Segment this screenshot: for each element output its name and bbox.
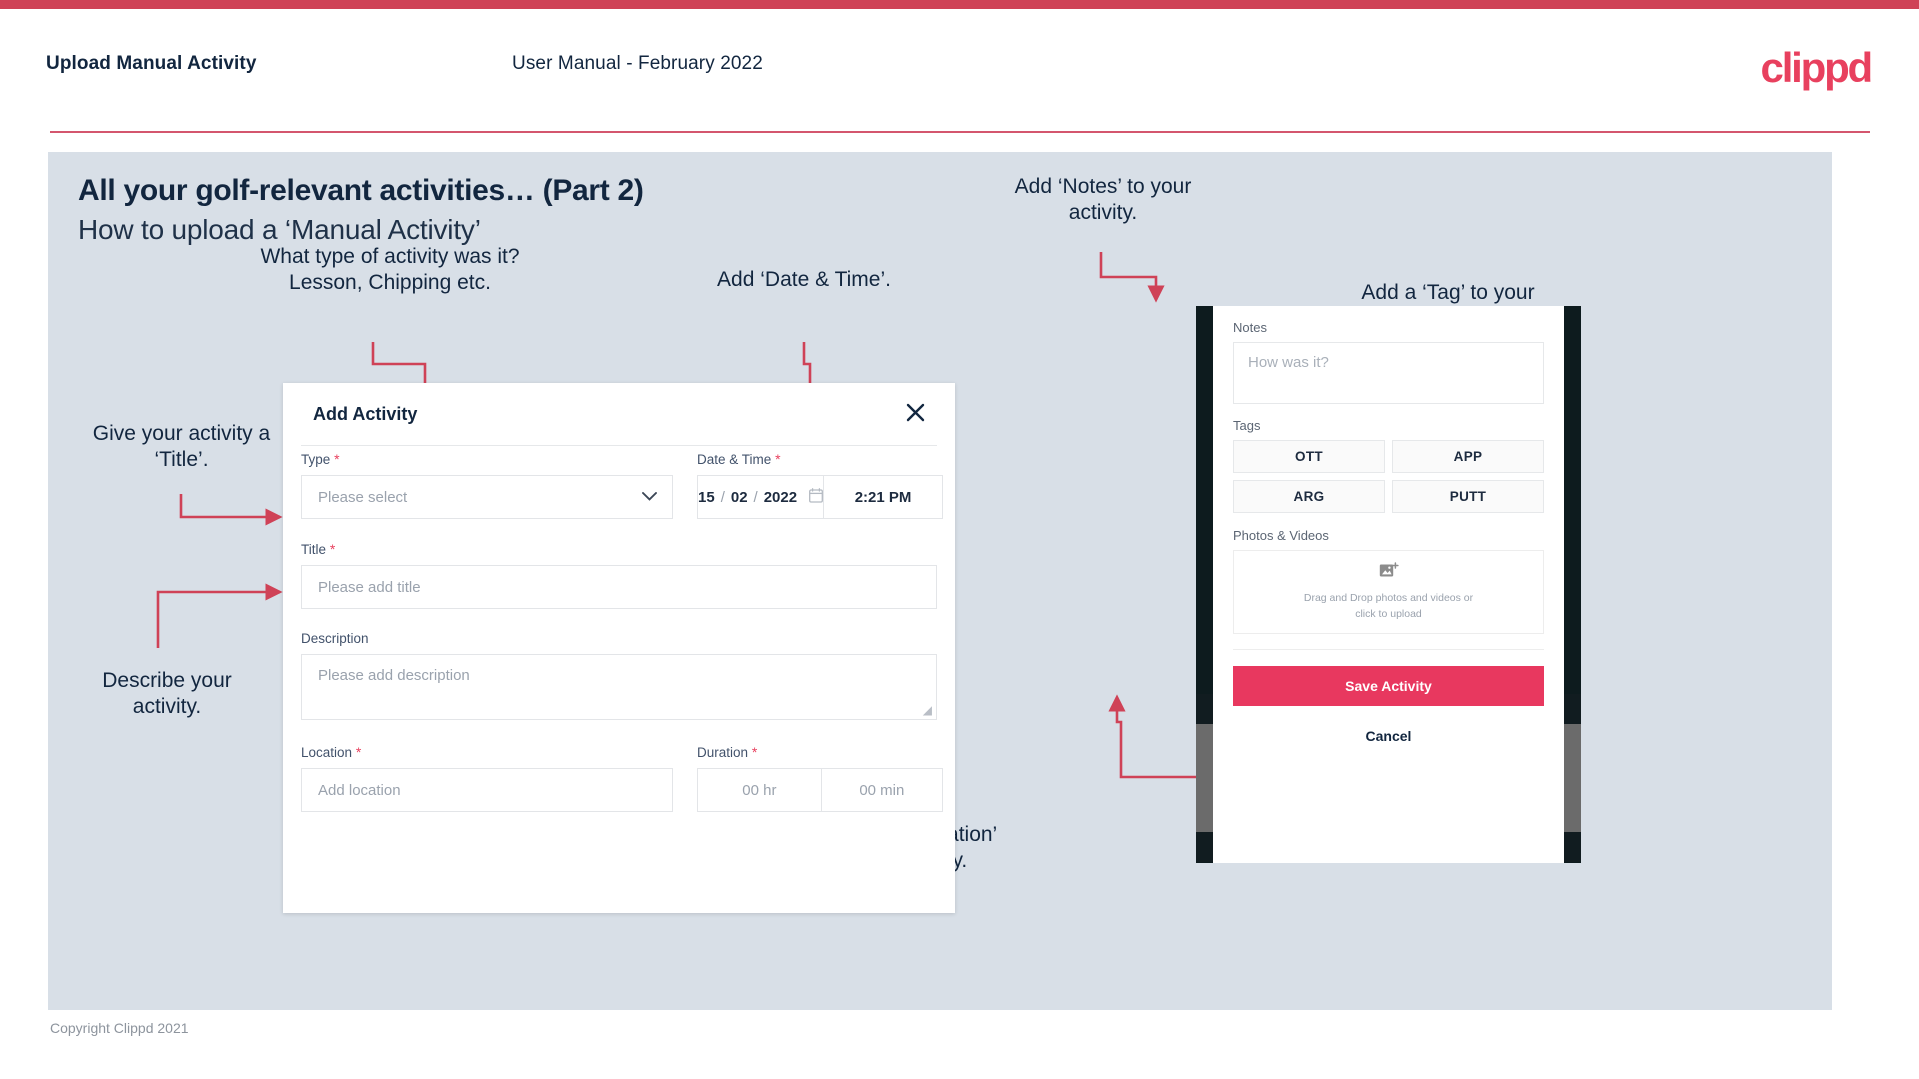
duration-hours-input[interactable]: 00 hr <box>697 768 822 812</box>
phone-button-left-top <box>1196 694 1213 724</box>
photos-videos-label: Photos & Videos <box>1233 528 1329 543</box>
add-image-icon <box>1379 562 1399 584</box>
field-description: Description Please add description ◢ <box>283 609 955 720</box>
close-icon[interactable] <box>900 397 930 427</box>
duration-minutes-input[interactable]: 00 min <box>820 768 943 812</box>
tags-grid: OTT APP ARG PUTT <box>1233 440 1544 513</box>
copyright-text: Copyright Clippd 2021 <box>50 1020 189 1036</box>
required-marker: * <box>748 744 758 760</box>
dialog-header: Add Activity <box>283 383 955 446</box>
notes-label: Notes <box>1233 320 1267 335</box>
header-divider <box>50 131 1870 133</box>
phone-volume-left <box>1196 724 1213 832</box>
notes-input[interactable]: How was it? <box>1233 342 1544 404</box>
required-marker: * <box>326 541 336 557</box>
description-placeholder: Please add description <box>318 667 470 684</box>
dialog-body: Type * Please select Date & Time * 15 / … <box>283 451 955 812</box>
date-sep-2: / <box>753 488 758 506</box>
location-input[interactable]: Add location <box>301 768 673 812</box>
slide-heading: All your golf-relevant activities… (Part… <box>78 174 644 207</box>
title-input[interactable]: Please add title <box>301 565 937 609</box>
required-marker: * <box>352 744 362 760</box>
datetime-label: Date & Time * <box>697 451 781 467</box>
field-type: Type * Please select <box>301 451 673 519</box>
time-input[interactable]: 2:21 PM <box>823 475 943 519</box>
phone-volume-right <box>1564 724 1581 832</box>
page-title: Upload Manual Activity <box>46 53 257 74</box>
duration-controls: 00 hr 00 min <box>697 768 943 812</box>
tags-label: Tags <box>1233 418 1261 433</box>
location-label: Location * <box>301 744 362 760</box>
slide-canvas: All your golf-relevant activities… (Part… <box>48 152 1832 1010</box>
datetime-controls: 15 / 02 / 2022 2:21 PM <box>697 475 943 519</box>
date-input[interactable]: 15 / 02 / 2022 <box>697 475 825 519</box>
annotation-datetime: Add ‘Date & Time’. <box>717 268 891 291</box>
type-select-wrap: Please select <box>301 475 673 519</box>
tag-arg[interactable]: ARG <box>1233 480 1385 513</box>
add-activity-dialog: Add Activity Type * Please select Date &… <box>283 383 955 913</box>
annotation-type: What type of activity was it? Lesson, Ch… <box>260 245 520 295</box>
tag-putt[interactable]: PUTT <box>1392 480 1544 513</box>
resize-handle-icon[interactable]: ◢ <box>923 703 932 717</box>
calendar-icon[interactable] <box>809 487 824 507</box>
dialog-title: Add Activity <box>313 404 418 424</box>
cancel-button[interactable]: Cancel <box>1233 722 1544 750</box>
required-marker: * <box>330 451 340 467</box>
field-title: Title * Please add title <box>283 519 955 609</box>
field-duration: Duration * 00 hr 00 min <box>697 744 943 812</box>
phone-button-right-bottom <box>1564 832 1581 862</box>
description-textarea[interactable]: Please add description ◢ <box>301 654 937 720</box>
tag-app[interactable]: APP <box>1392 440 1544 473</box>
phone-mockup: Notes How was it? Tags OTT APP ARG PUTT … <box>1196 306 1581 863</box>
save-activity-button[interactable]: Save Activity <box>1233 666 1544 706</box>
dialog-divider <box>301 445 937 446</box>
photo-upload-dropzone[interactable]: Drag and Drop photos and videos or click… <box>1233 550 1544 634</box>
clippd-logo: clippd <box>1760 44 1874 91</box>
top-accent-bar <box>0 0 1919 9</box>
phone-button-left-bottom <box>1196 832 1213 862</box>
page-header: Upload Manual Activity User Manual - Feb… <box>0 9 1919 133</box>
phone-screen: Notes How was it? Tags OTT APP ARG PUTT … <box>1213 306 1564 863</box>
phone-button-right-top <box>1564 694 1581 724</box>
field-datetime: Date & Time * 15 / 02 / 2022 2:21 PM <box>697 451 943 519</box>
phone-bezel-right <box>1564 306 1581 863</box>
required-marker: * <box>771 451 781 467</box>
field-location: Location * Add location <box>301 744 673 812</box>
slide-root: Upload Manual Activity User Manual - Feb… <box>0 0 1919 1079</box>
date-year: 2022 <box>763 488 798 506</box>
phone-bezel-left <box>1196 306 1213 863</box>
annotation-title: Give your activity a ‘Title’. <box>92 422 271 472</box>
slide-subheading: How to upload a ‘Manual Activity’ <box>78 214 481 245</box>
title-label: Title * <box>301 541 336 557</box>
annotation-notes: Add ‘Notes’ to your activity. <box>1014 175 1192 225</box>
upload-instructions: Drag and Drop photos and videos or click… <box>1303 592 1474 620</box>
description-label: Description <box>301 631 369 646</box>
page-subtitle: User Manual - February 2022 <box>512 53 763 74</box>
date-sep-1: / <box>720 488 725 506</box>
type-label: Type * <box>301 451 340 467</box>
duration-label: Duration * <box>697 744 758 760</box>
date-month: 02 <box>730 488 748 506</box>
type-select[interactable]: Please select <box>301 475 673 519</box>
phone-divider <box>1233 649 1544 650</box>
annotation-description: Describe your activity. <box>102 669 232 719</box>
tag-ott[interactable]: OTT <box>1233 440 1385 473</box>
date-day: 15 <box>698 488 715 506</box>
